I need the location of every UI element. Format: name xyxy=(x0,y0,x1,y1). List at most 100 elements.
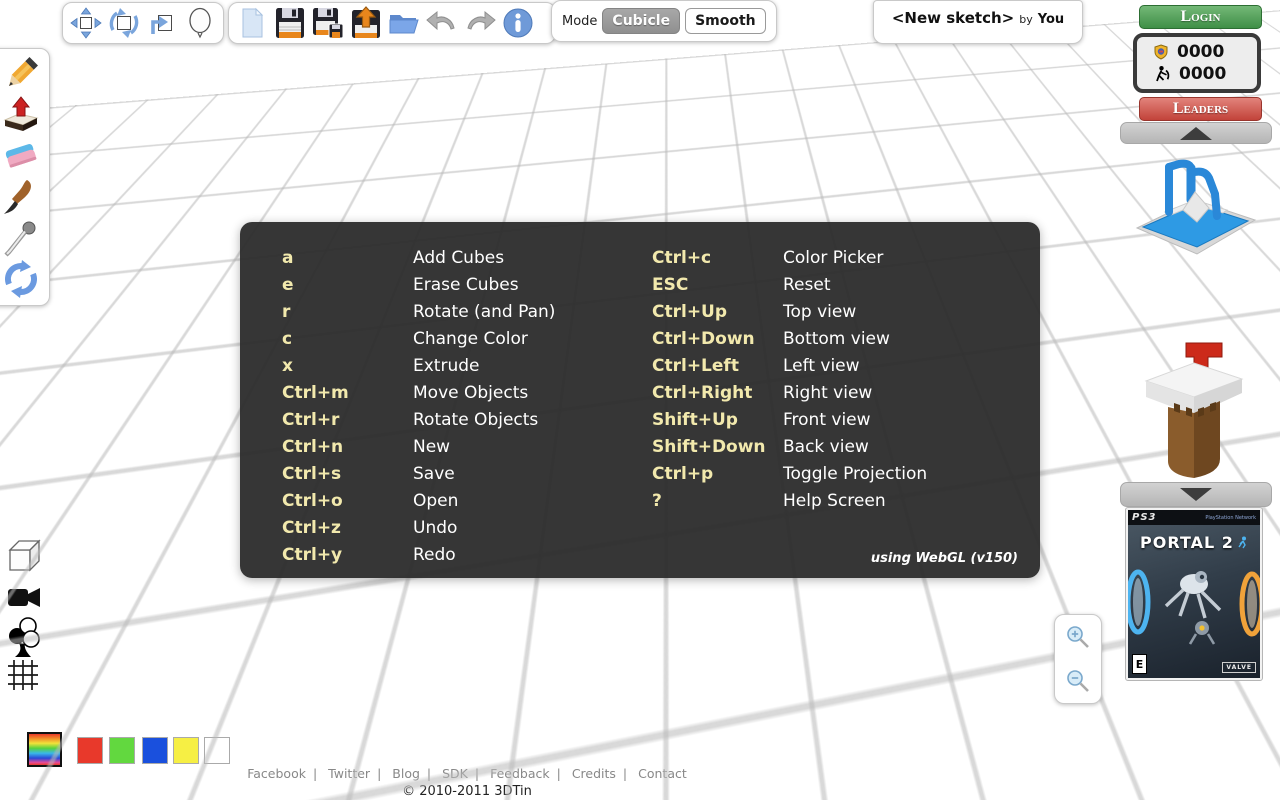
eraser-tool-button[interactable] xyxy=(0,135,43,176)
help-overlay[interactable]: a Add Cubes e Erase Cubes r Rotate (and Pan… xyxy=(240,222,1040,578)
color-swatch-yellow[interactable] xyxy=(173,737,199,764)
help-column-right: Ctrl+c Color Picker ESC Reset Ctrl+Up Top v… xyxy=(652,244,927,514)
shortcut-desc: Left view xyxy=(783,355,860,376)
shortcut-desc: Bottom view xyxy=(783,328,890,349)
club-icon xyxy=(9,617,40,657)
shortcut-key: Ctrl+m xyxy=(282,382,349,403)
lasso-balloon-icon xyxy=(189,7,211,39)
shortcut-key: Ctrl+Left xyxy=(652,355,739,376)
shortcut-key: Ctrl+c xyxy=(652,247,712,268)
save-as-button[interactable] xyxy=(309,4,347,42)
footer: Facebook | Twitter | Blog | SDK | Feedback | … xyxy=(0,766,934,799)
gallery-scroll-up[interactable] xyxy=(1120,122,1272,144)
draw-tools-panel xyxy=(0,48,50,306)
leaders-button[interactable]: Leaders xyxy=(1139,97,1262,121)
save-button[interactable] xyxy=(271,4,309,42)
gallery-thumbnail-blue-model[interactable] xyxy=(1131,150,1261,274)
brush-tool-button[interactable] xyxy=(0,176,43,217)
miner-score-value: 0000 xyxy=(1179,64,1227,84)
mode-panel: Mode Cubicle Smooth xyxy=(551,0,777,42)
footer-link-contact[interactable]: Contact xyxy=(638,766,687,781)
blue-model-image xyxy=(1135,159,1257,255)
undo-button[interactable] xyxy=(423,4,461,42)
portal2-title: PORTAL 2 xyxy=(1128,533,1260,552)
camera-icon xyxy=(8,588,40,607)
footer-link-facebook[interactable]: Facebook xyxy=(247,766,306,781)
valve-logo: VALVE xyxy=(1222,662,1256,673)
shortcut-key: ? xyxy=(652,490,662,511)
mode-smooth-button[interactable]: Smooth xyxy=(685,8,766,34)
zoom-out-button[interactable] xyxy=(1061,664,1095,698)
open-button[interactable] xyxy=(385,4,423,42)
mode-cubicle-button[interactable]: Cubicle xyxy=(602,8,681,34)
shortcut-key: Ctrl+s xyxy=(282,463,342,484)
shield-score-row: 0000 xyxy=(1153,42,1257,62)
shortcut-desc: Undo xyxy=(413,517,458,538)
zoom-panel xyxy=(1054,614,1102,704)
copyright-text: © 2010-2011 3DTin xyxy=(402,784,532,799)
extrude-icon xyxy=(3,95,39,131)
color-picker-tool-button[interactable] xyxy=(0,217,43,258)
portal2-ad[interactable]: PS3 PlayStation Network PORTAL 2 E VALVE xyxy=(1125,507,1263,681)
login-button[interactable]: Login xyxy=(1139,5,1262,29)
color-swatch-white[interactable] xyxy=(204,737,230,764)
shortcut-desc: New xyxy=(413,436,451,457)
sketch-by-label: by xyxy=(1019,13,1033,26)
color-swatch-green[interactable] xyxy=(109,737,135,764)
shortcut-key: Ctrl+r xyxy=(282,409,340,430)
eraser-icon xyxy=(5,143,37,168)
move-icon xyxy=(70,7,102,39)
redo-button[interactable] xyxy=(461,4,499,42)
footer-link-twitter[interactable]: Twitter xyxy=(328,766,370,781)
refresh-icon xyxy=(5,259,37,298)
shortcut-key: Ctrl+n xyxy=(282,436,344,457)
shortcut-key: Ctrl+p xyxy=(652,463,714,484)
redo-icon xyxy=(467,10,496,31)
pencil-tool-button[interactable] xyxy=(0,53,43,94)
grid-toggle-button[interactable] xyxy=(6,658,40,696)
flip-icon xyxy=(151,15,172,34)
shortcut-desc: Help Screen xyxy=(783,490,886,511)
gallery-scroll-down[interactable] xyxy=(1120,482,1272,507)
info-button[interactable] xyxy=(499,4,537,42)
color-swatch-blue[interactable] xyxy=(142,737,168,764)
shortcut-desc: Right view xyxy=(783,382,873,403)
shortcut-desc: Extrude xyxy=(413,355,480,376)
lasso-button[interactable] xyxy=(181,4,219,42)
export-icon xyxy=(352,6,380,38)
flip-button[interactable] xyxy=(143,4,181,42)
shortcut-desc: Top view xyxy=(783,301,857,322)
shield-score-value: 0000 xyxy=(1177,42,1225,62)
shortcut-key: Shift+Up xyxy=(652,409,738,430)
ps3-logo: PS3 xyxy=(1132,512,1157,523)
cube-view-button[interactable] xyxy=(6,536,44,578)
undo-icon xyxy=(426,10,455,31)
mode-label: Mode xyxy=(562,13,598,29)
color-swatch-red[interactable] xyxy=(77,737,103,764)
sketch-title-panel[interactable]: <New sketch> by You xyxy=(873,0,1083,44)
rainbow-swatch[interactable] xyxy=(27,732,62,767)
zoom-in-button[interactable] xyxy=(1061,620,1095,654)
rotate-button[interactable] xyxy=(105,4,143,42)
extrude-tool-button[interactable] xyxy=(0,94,43,135)
footer-link-feedback[interactable]: Feedback xyxy=(490,766,550,781)
refresh-tool-button[interactable] xyxy=(0,258,43,299)
footer-link-sdk[interactable]: SDK xyxy=(442,766,468,781)
psn-label: PlayStation Network xyxy=(1205,514,1256,521)
miner-score-row: 0000 xyxy=(1153,64,1257,84)
club-tool-button[interactable] xyxy=(6,616,42,662)
footer-link-credits[interactable]: Credits xyxy=(572,766,616,781)
3dtin-app: Mode Cubicle Smooth <New sketch> by You … xyxy=(0,0,1280,800)
new-sketch-button[interactable] xyxy=(233,4,271,42)
new-file-icon xyxy=(242,7,264,38)
shortcut-desc: Back view xyxy=(783,436,869,457)
open-folder-icon xyxy=(389,15,419,34)
camera-view-button[interactable] xyxy=(6,584,42,616)
shortcut-desc: Front view xyxy=(783,409,871,430)
shortcut-desc: Erase Cubes xyxy=(413,274,519,295)
footer-link-blog[interactable]: Blog xyxy=(392,766,420,781)
export-button[interactable] xyxy=(347,4,385,42)
move-button[interactable] xyxy=(67,4,105,42)
color-picker-icon xyxy=(4,221,36,257)
gallery-thumbnail-brown-model[interactable] xyxy=(1128,333,1260,495)
